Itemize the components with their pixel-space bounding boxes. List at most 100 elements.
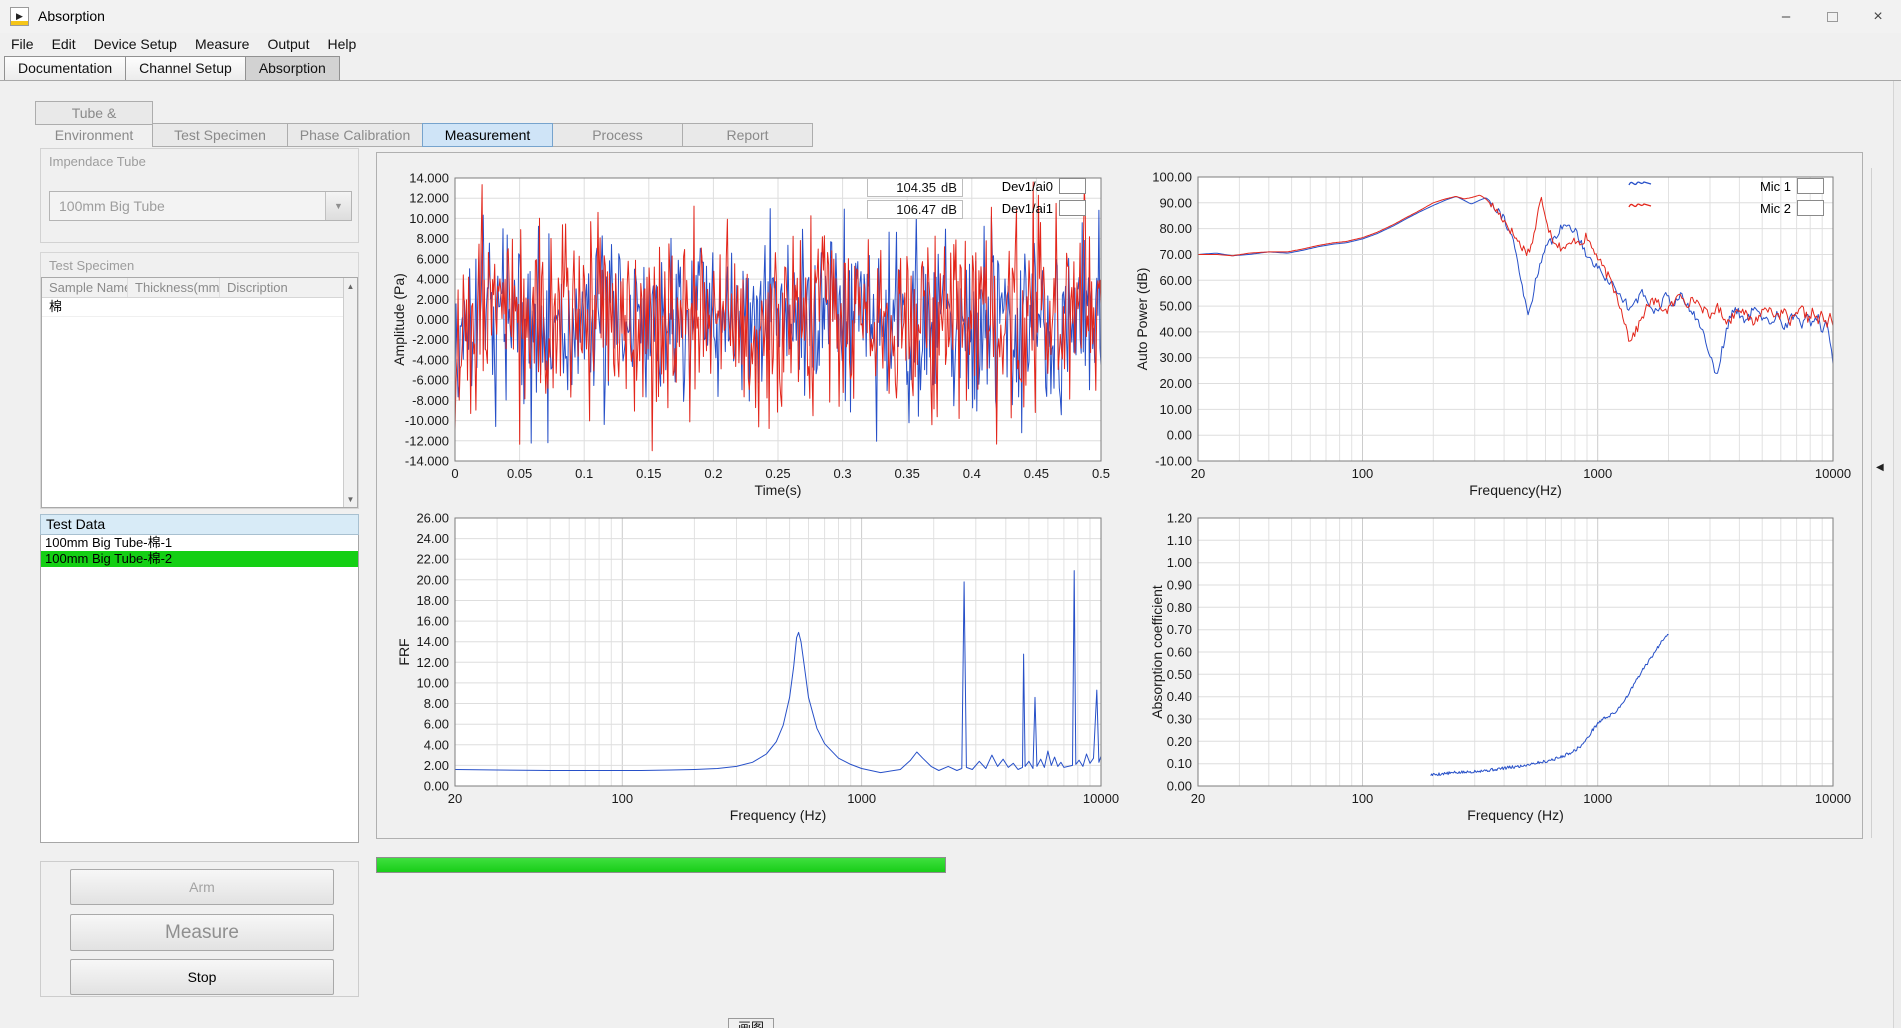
tab-absorption[interactable]: Absorption [245, 56, 340, 81]
main-tab-strip: DocumentationChannel SetupAbsorption [5, 56, 340, 81]
test-specimen-table: Sample NameThickness(mm)Discription 棉 ▲ … [41, 277, 358, 508]
legend-mic-2-icon[interactable] [1797, 200, 1824, 216]
cursor-readout-value: 104.35 [868, 180, 936, 195]
minimize-button[interactable]: – [1763, 0, 1809, 33]
subtab-process[interactable]: Process [552, 123, 683, 147]
test-data-list[interactable]: 100mm Big Tube-棉-1100mm Big Tube-棉-2 [40, 535, 359, 843]
svg-text:0.20: 0.20 [1167, 734, 1192, 749]
svg-text:70.00: 70.00 [1159, 247, 1192, 262]
svg-text:20: 20 [1191, 791, 1205, 806]
menu-device-setup[interactable]: Device Setup [85, 33, 186, 56]
subtab-test-specimen[interactable]: Test Specimen [152, 123, 288, 147]
svg-text:8.00: 8.00 [424, 696, 449, 711]
svg-text:6.00: 6.00 [424, 717, 449, 732]
svg-text:0.35: 0.35 [895, 466, 920, 481]
table-row[interactable]: 棉 [42, 298, 344, 317]
test-specimen-label: Test Specimen [49, 258, 134, 273]
svg-text:12.00: 12.00 [416, 655, 449, 670]
svg-text:0.80: 0.80 [1167, 600, 1192, 615]
test-specimen-scrollbar[interactable]: ▲ ▼ [343, 278, 357, 507]
column-header-thickness-mm[interactable]: Thickness(mm) [128, 278, 220, 297]
tab-documentation[interactable]: Documentation [4, 56, 126, 81]
svg-text:-10.000: -10.000 [405, 413, 449, 428]
svg-text:0.05: 0.05 [507, 466, 532, 481]
titlebar: ▶ Absorption – × [0, 0, 1901, 33]
close-button[interactable]: × [1855, 0, 1901, 33]
svg-text:1000: 1000 [847, 791, 876, 806]
legend-label: Mic 1 [1760, 179, 1791, 194]
chevron-down-icon[interactable]: ▼ [325, 192, 351, 220]
measurement-button-group: Arm Measure Stop [40, 861, 359, 997]
svg-text:0.70: 0.70 [1167, 622, 1192, 637]
chart-canvas-absorption-coefficient: 1.201.101.000.900.800.700.600.500.400.30… [1128, 508, 1864, 838]
menu-help[interactable]: Help [318, 33, 365, 56]
svg-text:10.00: 10.00 [416, 675, 449, 690]
maximize-icon [1827, 12, 1838, 22]
svg-text:24.00: 24.00 [416, 531, 449, 546]
chart-auto-power: 100.0090.0080.0070.0060.0050.0040.0030.0… [1128, 168, 1864, 506]
legend-mic-1-icon[interactable] [1797, 178, 1824, 194]
test-specimen-table-body: 棉 [42, 298, 344, 507]
svg-text:0.50: 0.50 [1167, 667, 1192, 682]
svg-text:2.00: 2.00 [424, 758, 449, 773]
column-header-sample-name[interactable]: Sample Name [42, 278, 128, 297]
menu-output[interactable]: Output [258, 33, 318, 56]
svg-text:0.3: 0.3 [834, 466, 852, 481]
svg-text:-10.00: -10.00 [1155, 454, 1192, 469]
svg-text:10000: 10000 [1815, 466, 1851, 481]
svg-text:30.00: 30.00 [1159, 350, 1192, 365]
list-item-100mm-big-tube-2[interactable]: 100mm Big Tube-棉-2 [41, 551, 358, 567]
svg-text:100: 100 [1352, 466, 1374, 481]
legend-dev1-ai0-icon[interactable] [1059, 178, 1086, 194]
tab-strip-divider [0, 80, 1901, 81]
list-item-100mm-big-tube-1[interactable]: 100mm Big Tube-棉-1 [41, 535, 358, 551]
maximize-button[interactable] [1809, 0, 1855, 33]
legend-entry-mic-2: Mic 2 [1628, 199, 1824, 217]
subtab-measurement[interactable]: Measurement [422, 123, 553, 147]
cursor-readout-unit: dB [936, 180, 962, 195]
test-specimen-group: Test Specimen Sample NameThickness(mm)Di… [40, 252, 359, 509]
svg-text:10000: 10000 [1815, 791, 1851, 806]
column-header-discription[interactable]: Discription [220, 278, 344, 297]
svg-text:0.00: 0.00 [1167, 779, 1192, 794]
svg-text:-2.000: -2.000 [412, 332, 449, 347]
bottom-tab-draw[interactable]: 画图 [728, 1018, 774, 1028]
right-scroll-strip[interactable] [1893, 81, 1901, 1028]
stop-button[interactable]: Stop [70, 959, 334, 995]
menu-measure[interactable]: Measure [186, 33, 258, 56]
svg-text:-14.000: -14.000 [405, 454, 449, 469]
measure-button[interactable]: Measure [70, 914, 334, 951]
legend-label: Dev1/ai1 [1002, 201, 1053, 216]
pane-collapse-arrow-icon[interactable]: ◀ [1876, 462, 1884, 473]
svg-text:Absorption coefficient: Absorption coefficient [1149, 585, 1165, 719]
tab-channel-setup[interactable]: Channel Setup [125, 56, 246, 81]
svg-text:4.000: 4.000 [416, 272, 449, 287]
table-cell [220, 298, 344, 316]
subtab-tube-environment[interactable]: Tube & Environment [35, 101, 153, 125]
svg-text:0.90: 0.90 [1167, 578, 1192, 593]
scroll-up-icon[interactable]: ▲ [344, 279, 357, 293]
impedance-tube-group: Impendace Tube 100mm Big Tube ▼ [40, 148, 359, 243]
svg-text:14.00: 14.00 [416, 634, 449, 649]
svg-text:26.00: 26.00 [416, 511, 449, 526]
menu-edit[interactable]: Edit [43, 33, 85, 56]
svg-text:-8.000: -8.000 [412, 393, 449, 408]
svg-text:90.00: 90.00 [1159, 195, 1192, 210]
legend-dev1-ai1-icon[interactable] [1059, 200, 1086, 216]
subtab-phase-calibration[interactable]: Phase Calibration [287, 123, 423, 147]
svg-text:80.00: 80.00 [1159, 221, 1192, 236]
svg-text:-6.000: -6.000 [412, 373, 449, 388]
close-icon: × [1873, 8, 1882, 26]
svg-text:100.00: 100.00 [1152, 170, 1192, 185]
svg-text:14.000: 14.000 [409, 171, 449, 186]
impedance-tube-select[interactable]: 100mm Big Tube ▼ [49, 191, 352, 221]
subtab-report[interactable]: Report [682, 123, 813, 147]
scroll-down-icon[interactable]: ▼ [344, 492, 357, 506]
svg-text:4.00: 4.00 [424, 737, 449, 752]
svg-text:10000: 10000 [1083, 791, 1119, 806]
menu-file[interactable]: File [2, 33, 43, 56]
svg-text:20: 20 [1191, 466, 1205, 481]
svg-text:Frequency(Hz): Frequency(Hz) [1469, 482, 1562, 498]
arm-button[interactable]: Arm [70, 869, 334, 905]
legend-label: Dev1/ai0 [1002, 179, 1053, 194]
